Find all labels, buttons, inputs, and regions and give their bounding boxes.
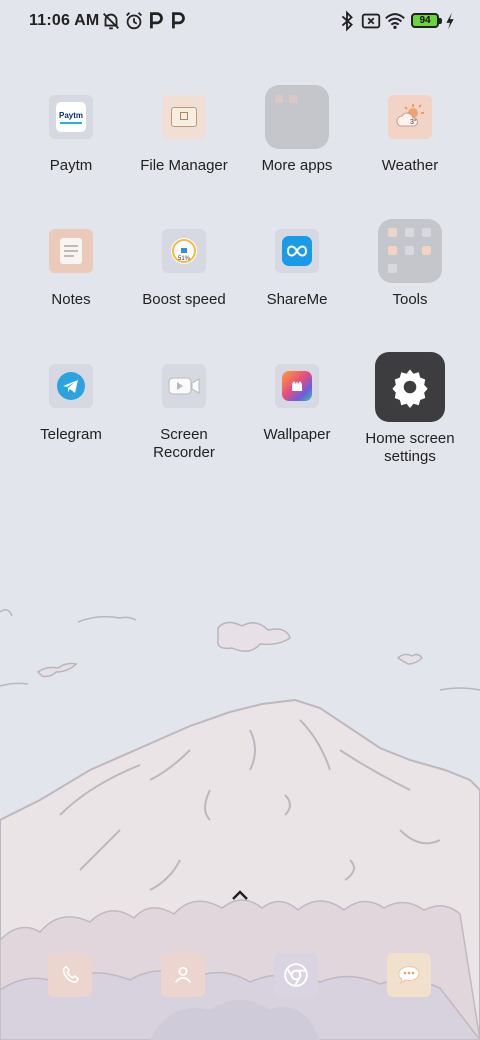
bluetooth-icon [341, 10, 353, 32]
paytm-p-icon [172, 12, 185, 29]
paytm-icon: Paytm [49, 95, 93, 139]
paytm-p-icon [150, 12, 163, 29]
app-label: Wallpaper [263, 426, 331, 443]
app-screen-recorder[interactable]: Screen Recorder [128, 364, 240, 462]
contacts-icon [175, 966, 191, 983]
app-label: Screen Recorder [153, 426, 215, 461]
app-label: Tools [392, 291, 428, 308]
app-notes[interactable]: Notes [15, 229, 127, 309]
wallpaper-icon [275, 364, 319, 408]
app-paytm[interactable]: Paytm Paytm [15, 95, 127, 175]
app-label: Home screen settings [365, 430, 455, 465]
app-wallpaper[interactable]: Wallpaper [241, 364, 353, 444]
app-telegram[interactable]: Telegram [15, 364, 127, 444]
weather-icon: 3° [388, 95, 432, 139]
telegram-icon [49, 364, 93, 408]
dock-phone[interactable] [48, 953, 92, 997]
app-home-screen-settings[interactable]: Home screen settings [354, 352, 466, 466]
app-weather[interactable]: 3° Weather [354, 95, 466, 175]
app-shareme[interactable]: ShareMe [241, 229, 353, 309]
screen-recorder-icon [162, 364, 206, 408]
status-time: 11:06 AM [29, 12, 100, 29]
app-label: More apps [261, 157, 333, 174]
file-manager-icon [162, 95, 206, 139]
folder-icon [378, 219, 442, 283]
app-boost-speed[interactable]: 51% Boost speed [128, 229, 240, 309]
charging-bolt-icon [446, 12, 454, 30]
wifi-icon [385, 13, 405, 30]
boost-speed-icon: 51% [162, 229, 206, 273]
folder-more-apps[interactable]: More apps [241, 85, 353, 175]
weather-temp: 3° [410, 118, 417, 126]
app-label: Boost speed [142, 291, 226, 308]
no-sim-icon [361, 13, 381, 29]
boost-percent: 51% [178, 256, 191, 262]
chevron-up-icon[interactable] [229, 886, 251, 904]
folder-icon [265, 85, 329, 149]
app-label: Telegram [40, 426, 102, 443]
chrome-icon [284, 963, 308, 987]
notifications-off-icon [103, 13, 119, 30]
dock-messages[interactable] [387, 953, 431, 997]
dock-chrome[interactable] [274, 953, 318, 997]
shareme-icon [275, 229, 319, 273]
dock-contacts[interactable] [161, 953, 205, 997]
app-label: Paytm [49, 157, 93, 174]
app-label: Notes [51, 291, 91, 308]
phone-icon [62, 965, 80, 983]
gear-icon [375, 352, 445, 422]
folder-tools[interactable]: Tools [354, 219, 466, 309]
notes-icon [49, 229, 93, 273]
alarm-icon [126, 12, 142, 30]
status-bar: 11:06 AM 94 [0, 0, 480, 44]
app-label: ShareMe [266, 291, 328, 308]
battery-icon: 94 [411, 13, 442, 28]
app-label: Weather [381, 157, 439, 174]
paytm-logo-text: Paytm [58, 110, 83, 120]
app-label: File Manager [140, 157, 228, 174]
app-file-manager[interactable]: File Manager [128, 95, 240, 175]
messages-icon [398, 966, 420, 985]
